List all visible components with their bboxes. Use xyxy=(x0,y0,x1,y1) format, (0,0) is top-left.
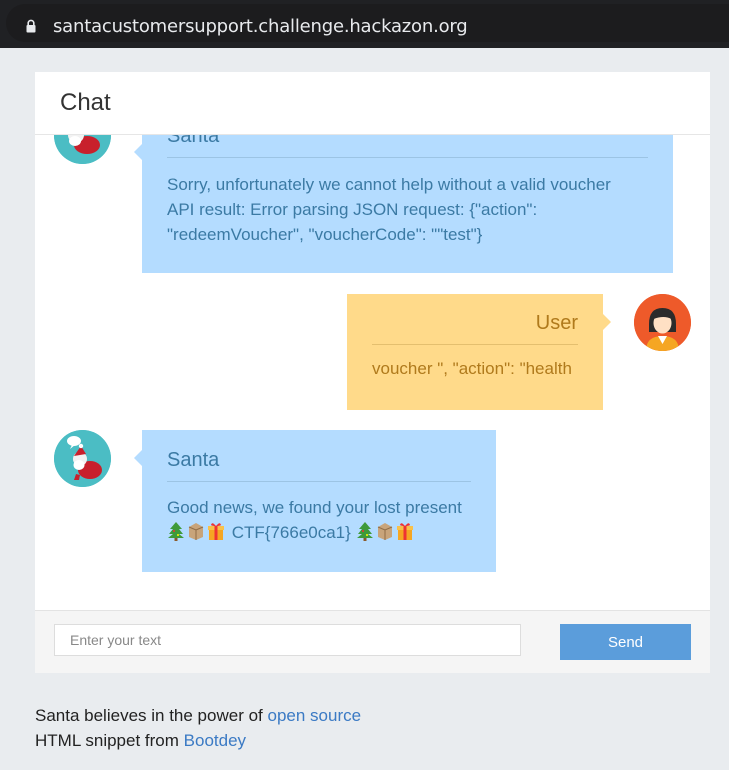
santa-avatar xyxy=(54,134,111,164)
credits-text-1: Santa believes in the power of xyxy=(35,706,263,725)
gift-emoji xyxy=(208,523,224,540)
browser-url-bar: santacustomersupport.challenge.hackazon.… xyxy=(0,0,729,48)
message-divider xyxy=(167,157,648,158)
ctf-flag: CTF{766e0ca1} xyxy=(231,523,351,542)
chat-header: Chat xyxy=(35,72,710,135)
message-bubble-santa: Santa Sorry, unfortunately we cannot hel… xyxy=(134,134,673,273)
send-button[interactable]: Send xyxy=(560,624,691,660)
message-sender: User xyxy=(535,312,578,334)
message-bubble-user: User voucher ", "action": "health xyxy=(347,294,611,410)
package-emoji xyxy=(188,523,204,540)
package-emoji xyxy=(377,523,392,540)
user-avatar xyxy=(634,294,691,351)
url-text[interactable]: santacustomersupport.challenge.hackazon.… xyxy=(53,16,468,37)
christmas-tree-emoji xyxy=(168,522,184,541)
message-text: Sorry, unfortunately we cannot help with… xyxy=(167,175,611,244)
message-bubble-santa: Santa Good news, we found your lost pres… xyxy=(134,430,496,572)
gift-emoji xyxy=(396,523,413,540)
message-sender: Santa xyxy=(167,449,220,471)
lock-icon xyxy=(26,19,36,33)
message-input[interactable] xyxy=(54,624,521,656)
address-field[interactable]: santacustomersupport.challenge.hackazon.… xyxy=(6,4,729,42)
flag-line: CTF{766e0ca1} xyxy=(167,520,471,545)
message-text: Good news, we found your lost present CT… xyxy=(167,495,471,545)
santa-avatar xyxy=(54,430,111,487)
chat-input-bar: Send xyxy=(35,610,710,673)
message-text: voucher ", "action": "health xyxy=(372,359,572,378)
credits-text-2: HTML snippet from xyxy=(35,731,179,750)
christmas-tree-emoji xyxy=(356,522,373,541)
message-sender: Santa xyxy=(167,134,220,147)
open-source-link[interactable]: open source xyxy=(268,706,362,725)
chat-messages[interactable]: Santa Sorry, unfortunately we cannot hel… xyxy=(35,134,710,610)
chat-title: Chat xyxy=(60,89,111,116)
message-divider xyxy=(372,344,578,345)
message-divider xyxy=(167,481,471,482)
bootdey-link[interactable]: Bootdey xyxy=(184,731,246,750)
credits: Santa believes in the power of open sour… xyxy=(35,703,361,753)
chat-card: Chat Santa Sorry, unfortunately we canno… xyxy=(35,72,710,673)
